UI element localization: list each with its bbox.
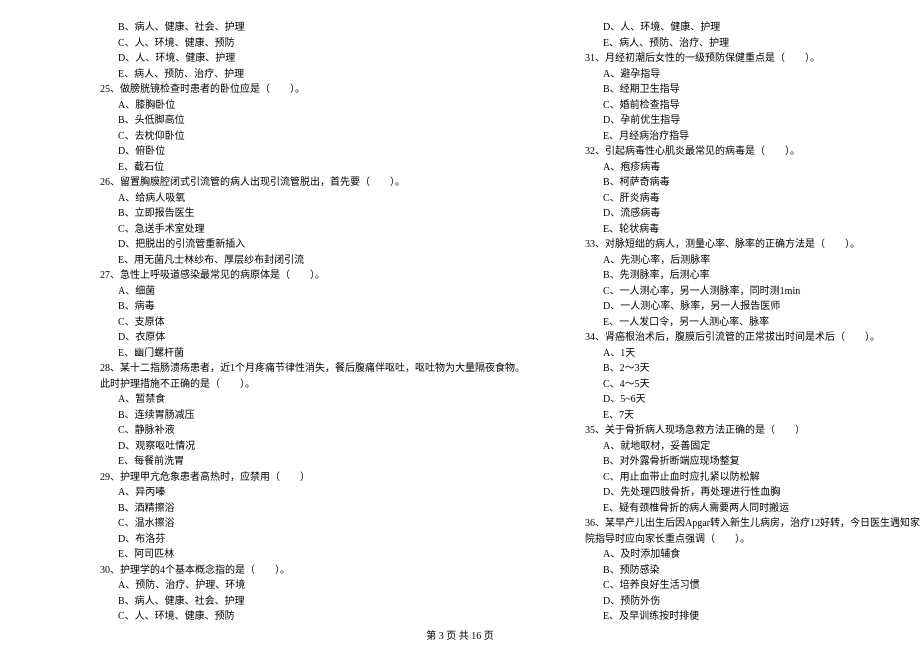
text-line: C、去枕仰卧位 <box>100 129 525 145</box>
text-line: B、2～3天 <box>585 361 920 377</box>
text-line: D、俯卧位 <box>100 144 525 160</box>
text-line: E、每餐前洗胃 <box>100 454 525 470</box>
text-line: 34、肾癌根治术后，腹膜后引流管的正常拔出时间是术后（ ）。 <box>585 330 920 346</box>
text-line: E、阿司匹林 <box>100 547 525 563</box>
page-footer: 第 3 页 共 16 页 <box>0 627 920 642</box>
text-line: C、肝炎病毒 <box>585 191 920 207</box>
text-line: D、预防外伤 <box>585 594 920 610</box>
text-line: E、病人、预防、治疗、护理 <box>585 36 920 52</box>
text-line: 27、急性上呼吸道感染最常见的病原体是（ ）。 <box>100 268 525 284</box>
text-line: 28、某十二指肠溃疡患者，近1个月疼痛节律性消失，餐后腹痛伴呕吐，呕吐物为大量隔… <box>100 361 525 377</box>
text-line: D、人、环境、健康、护理 <box>585 20 920 36</box>
text-line: E、疑有颈椎骨折的病人需要两人同时搬运 <box>585 501 920 517</box>
text-line: C、人、环境、健康、预防 <box>100 609 525 625</box>
text-line: C、急送手术室处理 <box>100 222 525 238</box>
text-line: B、经期卫生指导 <box>585 82 920 98</box>
right-column: D、人、环境、健康、护理E、病人、预防、治疗、护理31、月经初潮后女性的一级预防… <box>585 20 920 625</box>
text-line: C、培养良好生活习惯 <box>585 578 920 594</box>
text-line: E、7天 <box>585 408 920 424</box>
text-line: B、酒精擦浴 <box>100 501 525 517</box>
text-line: A、异丙嗪 <box>100 485 525 501</box>
text-line: A、1天 <box>585 346 920 362</box>
text-line: C、人、环境、健康、预防 <box>100 36 525 52</box>
text-line: 26、留置胸膜腔闭式引流管的病人出现引流管脱出，首先要（ ）。 <box>100 175 525 191</box>
text-line: A、就地取材，妥善固定 <box>585 439 920 455</box>
text-line: B、对外露骨折断端应现场整复 <box>585 454 920 470</box>
text-line: E、及早训练按时排便 <box>585 609 920 625</box>
text-line: B、预防感染 <box>585 563 920 579</box>
text-line: C、温水擦浴 <box>100 516 525 532</box>
text-line: E、病人、预防、治疗、护理 <box>100 67 525 83</box>
text-line: D、孕前优生指导 <box>585 113 920 129</box>
text-line: 31、月经初潮后女性的一级预防保健重点是（ ）。 <box>585 51 920 67</box>
text-line: C、静脉补液 <box>100 423 525 439</box>
text-line: A、暂禁食 <box>100 392 525 408</box>
text-line: 35、关于骨折病人现场急救方法正确的是（ ） <box>585 423 920 439</box>
text-line: B、连续胃肠减压 <box>100 408 525 424</box>
text-line: B、先测脉率，后测心率 <box>585 268 920 284</box>
text-line: 33、对脉短绌的病人，测量心率、脉率的正确方法是（ ）。 <box>585 237 920 253</box>
text-line: E、截石位 <box>100 160 525 176</box>
text-line: D、观察呕吐情况 <box>100 439 525 455</box>
text-line: C、4～5天 <box>585 377 920 393</box>
text-line: B、病人、健康、社会、护理 <box>100 20 525 36</box>
left-column: B、病人、健康、社会、护理C、人、环境、健康、预防D、人、环境、健康、护理E、病… <box>100 20 525 625</box>
text-line: 30、护理学的4个基本概念指的是（ ）。 <box>100 563 525 579</box>
text-line: A、先测心率，后测脉率 <box>585 253 920 269</box>
text-line: 25、做膀胱镜检查时患者的卧位应是（ ）。 <box>100 82 525 98</box>
text-line: A、膝胸卧位 <box>100 98 525 114</box>
text-line: 32、引起病毒性心肌炎最常见的病毒是（ ）。 <box>585 144 920 160</box>
text-line: E、月经病治疗指导 <box>585 129 920 145</box>
text-line: A、给病人吸氧 <box>100 191 525 207</box>
text-line: D、流感病毒 <box>585 206 920 222</box>
text-line: C、一人测心率，另一人测脉率，同时测1min <box>585 284 920 300</box>
text-line: D、先处理四肢骨折，再处理进行性血胸 <box>585 485 920 501</box>
text-line: D、5~6天 <box>585 392 920 408</box>
text-line: A、及时添加辅食 <box>585 547 920 563</box>
text-line: B、头低脚高位 <box>100 113 525 129</box>
text-line: D、一人测心率、脉率，另一人报告医师 <box>585 299 920 315</box>
text-line: B、柯萨奇病毒 <box>585 175 920 191</box>
text-line: E、一人发口令，另一人测心率、脉率 <box>585 315 920 331</box>
text-line: A、疱疹病毒 <box>585 160 920 176</box>
text-line: A、细菌 <box>100 284 525 300</box>
text-line: A、避孕指导 <box>585 67 920 83</box>
page-container: B、病人、健康、社会、护理C、人、环境、健康、预防D、人、环境、健康、护理E、病… <box>0 0 920 655</box>
text-line: 36、某早产儿出生后因Apgar转入新生儿病房，治疗12好转，今日医生遇知家长出… <box>585 516 920 532</box>
text-line: C、用止血带止血时应扎紧以防松解 <box>585 470 920 486</box>
text-line: B、病人、健康、社会、护理 <box>100 594 525 610</box>
text-line: D、人、环境、健康、护理 <box>100 51 525 67</box>
text-line: C、婚前检查指导 <box>585 98 920 114</box>
text-line: E、轮状病毒 <box>585 222 920 238</box>
text-line: C、支原体 <box>100 315 525 331</box>
text-line: D、布洛芬 <box>100 532 525 548</box>
text-line: B、病毒 <box>100 299 525 315</box>
text-line: B、立即报告医生 <box>100 206 525 222</box>
text-line: D、衣原体 <box>100 330 525 346</box>
text-line: E、用无菌凡士林纱布、厚层纱布封闭引流 <box>100 253 525 269</box>
text-line: D、把脱出的引流管重新插入 <box>100 237 525 253</box>
text-line: A、预防、治疗、护理、环境 <box>100 578 525 594</box>
text-line: 29、护理甲亢危象患者高热时，应禁用（ ） <box>100 470 525 486</box>
text-line: 此时护理措施不正确的是（ ）。 <box>100 377 525 393</box>
text-line: E、幽门螺杆菌 <box>100 346 525 362</box>
text-line: 院指导时应向家长重点强调（ ）。 <box>585 532 920 548</box>
